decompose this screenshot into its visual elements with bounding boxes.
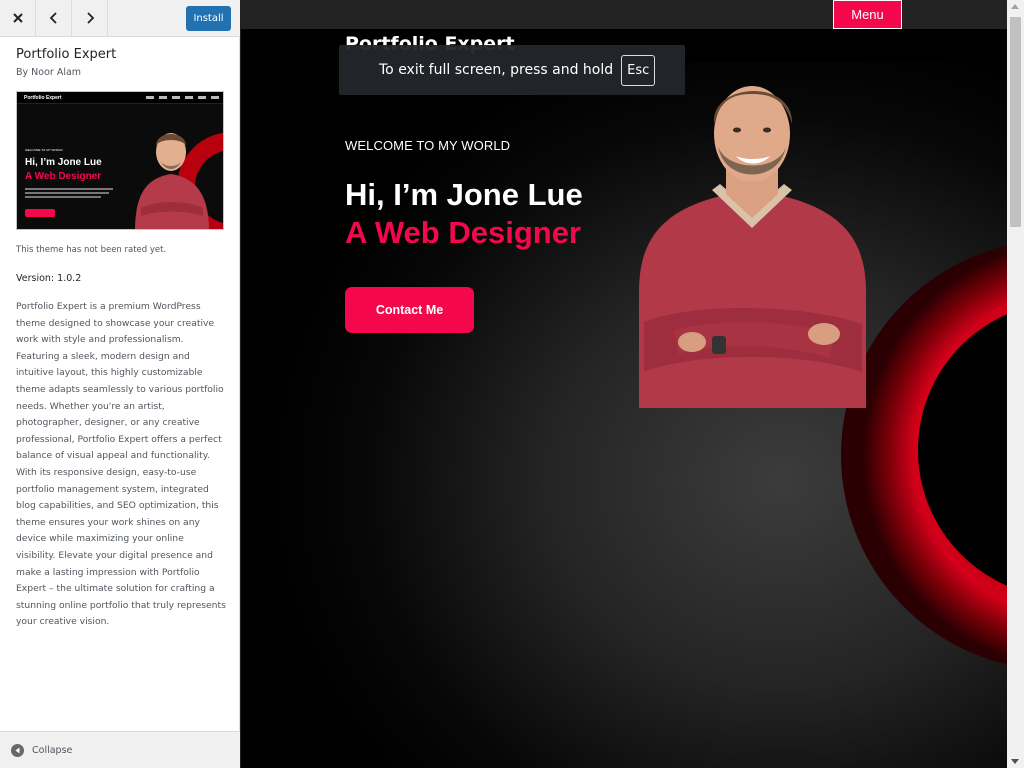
previous-theme-button[interactable] — [36, 0, 72, 36]
screenshot-nav: Portfolio Expert — [17, 92, 223, 104]
theme-details-sidebar: Install Portfolio Expert By Noor Alam Po… — [0, 0, 240, 768]
version-text: Version: 1.0.2 — [16, 273, 82, 284]
theme-author: By Noor Alam — [16, 67, 82, 78]
theme-name: Portfolio Expert — [16, 47, 117, 62]
fullscreen-notice-text: To exit full screen, press and hold — [379, 62, 614, 78]
screenshot-heading: Hi, I’m Jone Lue — [25, 157, 102, 168]
site-topbar: Menu — [241, 0, 1007, 29]
collapse-icon — [11, 743, 24, 757]
scroll-up-arrow-icon[interactable] — [1011, 4, 1019, 9]
next-theme-button[interactable] — [72, 0, 108, 36]
theme-screenshot: Portfolio Expert WELCOME TO MY WORLD Hi,… — [16, 91, 224, 230]
menu-button[interactable]: Menu — [833, 0, 902, 29]
vertical-scrollbar[interactable] — [1007, 0, 1024, 768]
close-button[interactable] — [0, 0, 36, 36]
install-button[interactable]: Install — [186, 6, 231, 31]
scroll-down-arrow-icon[interactable] — [1011, 759, 1019, 764]
screenshot-text-line — [25, 196, 101, 198]
theme-description: Portfolio Expert is a premium WordPress … — [16, 301, 226, 628]
hero-heading: Hi, I’m Jone Lue — [345, 177, 583, 212]
screenshot-text-line — [25, 188, 113, 190]
theme-info: Portfolio Expert By Noor Alam — [16, 47, 224, 78]
scrollbar-thumb[interactable] — [1010, 17, 1021, 227]
sidebar-header: Install — [0, 0, 240, 37]
chevron-left-icon — [49, 12, 57, 24]
collapse-sidebar-button[interactable]: Collapse — [0, 731, 240, 768]
collapse-label: Collapse — [32, 744, 73, 756]
screenshot-welcome: WELCOME TO MY WORLD — [25, 148, 63, 152]
theme-preview: Menu Portfolio Expert WELCOME TO MY WORL… — [241, 0, 1007, 768]
hero-subheading: A Web Designer — [345, 215, 581, 250]
screenshot-logo: Portfolio Expert — [24, 95, 62, 101]
screenshot-button — [25, 209, 55, 217]
contact-me-button[interactable]: Contact Me — [345, 287, 474, 333]
screenshot-subheading: A Web Designer — [25, 171, 102, 182]
screenshot-text-line — [25, 192, 109, 194]
hero-welcome-text: WELCOME TO MY WORLD — [345, 138, 511, 153]
esc-key-badge: Esc — [621, 54, 656, 86]
screenshot-person — [135, 133, 209, 229]
hero-person-image — [639, 86, 866, 408]
fullscreen-notice: To exit full screen, press and hold Esc — [339, 45, 685, 95]
chevron-right-icon — [86, 12, 94, 24]
close-icon — [12, 13, 23, 23]
screenshot-nav-links — [146, 96, 219, 99]
rating-text: This theme has not been rated yet. — [16, 245, 167, 255]
